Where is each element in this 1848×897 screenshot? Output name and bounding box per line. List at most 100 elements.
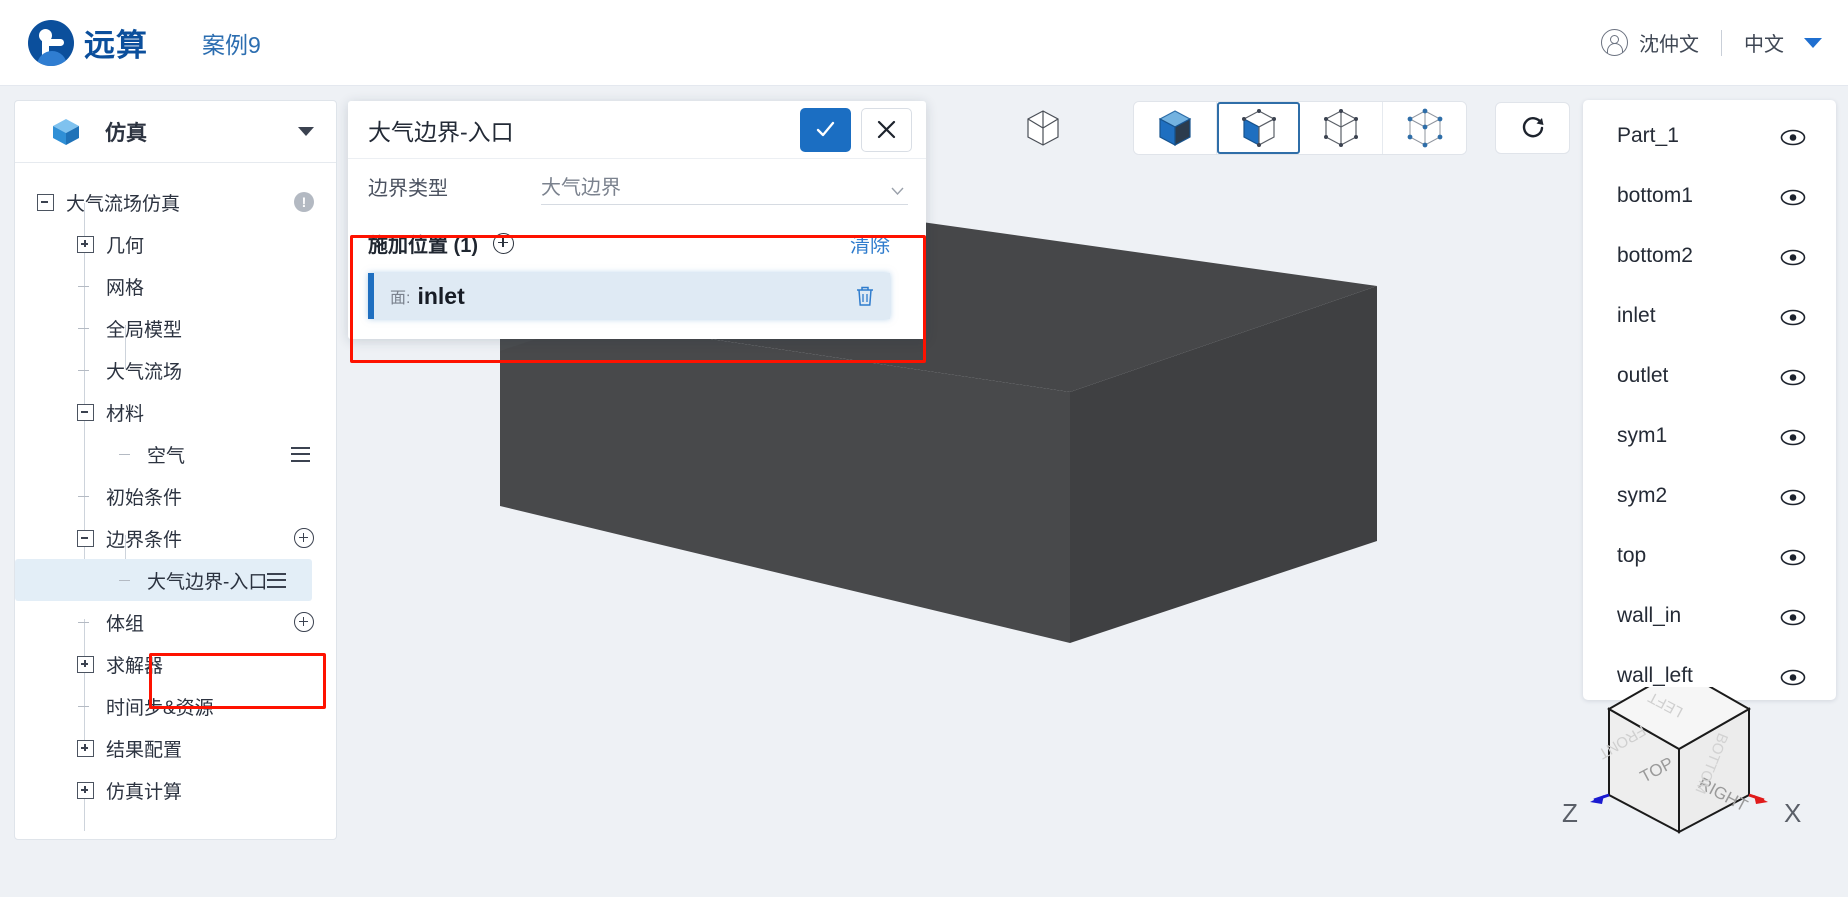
- shading-mode-group[interactable]: [1133, 101, 1467, 155]
- plus-circle-icon[interactable]: [493, 232, 514, 254]
- tree-item-label: 大气流场: [106, 361, 183, 383]
- sidebar-panel[interactable]: 仿真 大气流场仿真 ! 几何 网格 全局模型 大气流场 材料 空气 初始条件 边…: [14, 100, 337, 840]
- expand-toggle-icon[interactable]: [77, 781, 94, 799]
- tree-item-label: 空气: [147, 445, 186, 467]
- navigation-cube[interactable]: TOP RIGHT FRONT LEFT BOTTOM Z X: [1534, 667, 1824, 887]
- sidebar-item-volume-group[interactable]: 体组: [15, 601, 336, 643]
- user-circle-icon: [1601, 29, 1628, 56]
- eye-icon[interactable]: [1780, 428, 1806, 445]
- sidebar-item-global-model[interactable]: 全局模型: [15, 307, 336, 349]
- view-toolbar[interactable]: [1015, 100, 1570, 156]
- list-item[interactable]: wall_in: [1583, 586, 1836, 646]
- tree-item-label: 结果配置: [106, 739, 183, 761]
- sidebar-item-atmos-sim[interactable]: 大气流场仿真 !: [15, 181, 336, 223]
- list-item[interactable]: outlet: [1583, 346, 1836, 406]
- row-menu-icon[interactable]: [291, 446, 310, 462]
- sidebar-item-geometry[interactable]: 几何: [15, 223, 336, 265]
- add-volume-group-icon[interactable]: [294, 612, 314, 632]
- list-item[interactable]: sym1: [1583, 406, 1836, 466]
- applied-location-section[interactable]: 施加位置 (1) 清除 面: inlet: [348, 213, 926, 339]
- sidebar-item-atmos-boundary-inlet[interactable]: 大气边界-入口: [15, 559, 312, 601]
- parts-visibility-panel[interactable]: Part_1 bottom1 bottom2 inlet outlet sym1…: [1583, 100, 1836, 700]
- dialog-header: 大气边界-入口: [348, 101, 926, 159]
- navcube-axis-x: X: [1784, 798, 1801, 828]
- sidebar-item-run-simulation[interactable]: 仿真计算: [15, 769, 336, 811]
- eye-icon[interactable]: [1780, 188, 1806, 205]
- sidebar-item-result-config[interactable]: 结果配置: [15, 727, 336, 769]
- brand-logo[interactable]: 远算: [28, 19, 148, 66]
- trash-icon[interactable]: [854, 284, 876, 308]
- expand-toggle-icon[interactable]: [77, 739, 94, 757]
- language-label[interactable]: 中文: [1744, 28, 1784, 57]
- clear-button[interactable]: 清除: [850, 229, 890, 258]
- sidebar-item-timestep-resources[interactable]: 时间步&资源: [15, 685, 336, 727]
- hidden-line-cube-icon[interactable]: [1300, 102, 1383, 154]
- case-name[interactable]: 案例9: [202, 26, 261, 60]
- dialog-actions: [800, 107, 912, 152]
- tree-item-label: 仿真计算: [106, 781, 183, 803]
- applied-location-title: 施加位置 (1): [368, 234, 478, 257]
- part-label: inlet: [1617, 304, 1656, 327]
- confirm-button[interactable]: [800, 107, 851, 152]
- tree-branch-icon: [77, 278, 94, 295]
- list-item[interactable]: inlet: [1583, 286, 1836, 346]
- eye-icon[interactable]: [1780, 488, 1806, 505]
- chevron-down-icon[interactable]: [298, 127, 314, 136]
- shaded-edges-cube-icon[interactable]: [1217, 102, 1300, 154]
- sidebar-item-air[interactable]: 空气: [15, 433, 336, 475]
- sidebar-item-solver[interactable]: 求解器: [15, 643, 336, 685]
- tree-item-label: 几何: [106, 235, 145, 257]
- tree-item-label: 求解器: [106, 655, 164, 677]
- add-boundary-condition-icon[interactable]: [294, 528, 314, 548]
- shaded-cube-icon[interactable]: [1134, 102, 1217, 154]
- expand-toggle-icon[interactable]: [77, 235, 94, 253]
- list-item[interactable]: 面: inlet: [368, 273, 890, 319]
- tree-branch-icon: [77, 320, 94, 337]
- eye-icon[interactable]: [1780, 668, 1806, 685]
- expand-toggle-icon[interactable]: [77, 655, 94, 673]
- sidebar-item-mesh[interactable]: 网格: [15, 265, 336, 307]
- tree-item-label: 初始条件: [106, 487, 183, 509]
- list-item[interactable]: bottom2: [1583, 226, 1836, 286]
- part-label: bottom1: [1617, 184, 1693, 207]
- user-menu[interactable]: 沈仲文: [1601, 28, 1699, 57]
- list-item[interactable]: top: [1583, 526, 1836, 586]
- eye-icon[interactable]: [1780, 248, 1806, 265]
- collapse-toggle-icon[interactable]: [77, 529, 94, 547]
- chevron-down-icon[interactable]: [891, 182, 904, 195]
- list-item[interactable]: Part_1: [1583, 106, 1836, 166]
- eye-icon[interactable]: [1780, 128, 1806, 145]
- sidebar-item-boundary-conditions[interactable]: 边界条件: [15, 517, 336, 559]
- tree-branch-icon: [118, 572, 135, 589]
- collapse-toggle-icon[interactable]: [37, 193, 54, 211]
- sidebar-header[interactable]: 仿真: [15, 101, 336, 163]
- list-item[interactable]: sym2: [1583, 466, 1836, 526]
- sidebar-item-materials[interactable]: 材料: [15, 391, 336, 433]
- row-menu-icon[interactable]: [267, 572, 287, 588]
- tree-branch-icon: [77, 698, 94, 715]
- cancel-button[interactable]: [861, 107, 912, 152]
- reset-view-icon[interactable]: [1495, 102, 1570, 154]
- part-label: Part_1: [1617, 124, 1679, 147]
- sidebar-item-initial-conditions[interactable]: 初始条件: [15, 475, 336, 517]
- brand-logo-icon: [28, 19, 74, 66]
- points-cube-icon[interactable]: [1383, 102, 1466, 154]
- tree-item-label: 网格: [106, 277, 145, 299]
- part-label: outlet: [1617, 364, 1669, 387]
- eye-icon[interactable]: [1780, 368, 1806, 385]
- boundary-condition-dialog[interactable]: 大气边界-入口 边界类型 大气边界 施加位置 (1) 清除 面: inlet: [348, 101, 926, 363]
- chevron-down-icon[interactable]: [1804, 37, 1822, 48]
- eye-icon[interactable]: [1780, 308, 1806, 325]
- wireframe-cube-icon[interactable]: [1015, 100, 1071, 156]
- boundary-type-field[interactable]: 边界类型 大气边界: [348, 159, 926, 213]
- collapse-toggle-icon[interactable]: [77, 403, 94, 421]
- sidebar-item-atmos-field[interactable]: 大气流场: [15, 349, 336, 391]
- list-item[interactable]: bottom1: [1583, 166, 1836, 226]
- model-tree[interactable]: 大气流场仿真 ! 几何 网格 全局模型 大气流场 材料 空气 初始条件 边界条件…: [15, 163, 336, 831]
- boundary-type-select[interactable]: 大气边界: [541, 167, 908, 205]
- boundary-type-value: 大气边界: [541, 177, 621, 199]
- tree-corner-icon: [118, 446, 135, 463]
- header-divider: [1721, 29, 1722, 56]
- eye-icon[interactable]: [1780, 548, 1806, 565]
- eye-icon[interactable]: [1780, 608, 1806, 625]
